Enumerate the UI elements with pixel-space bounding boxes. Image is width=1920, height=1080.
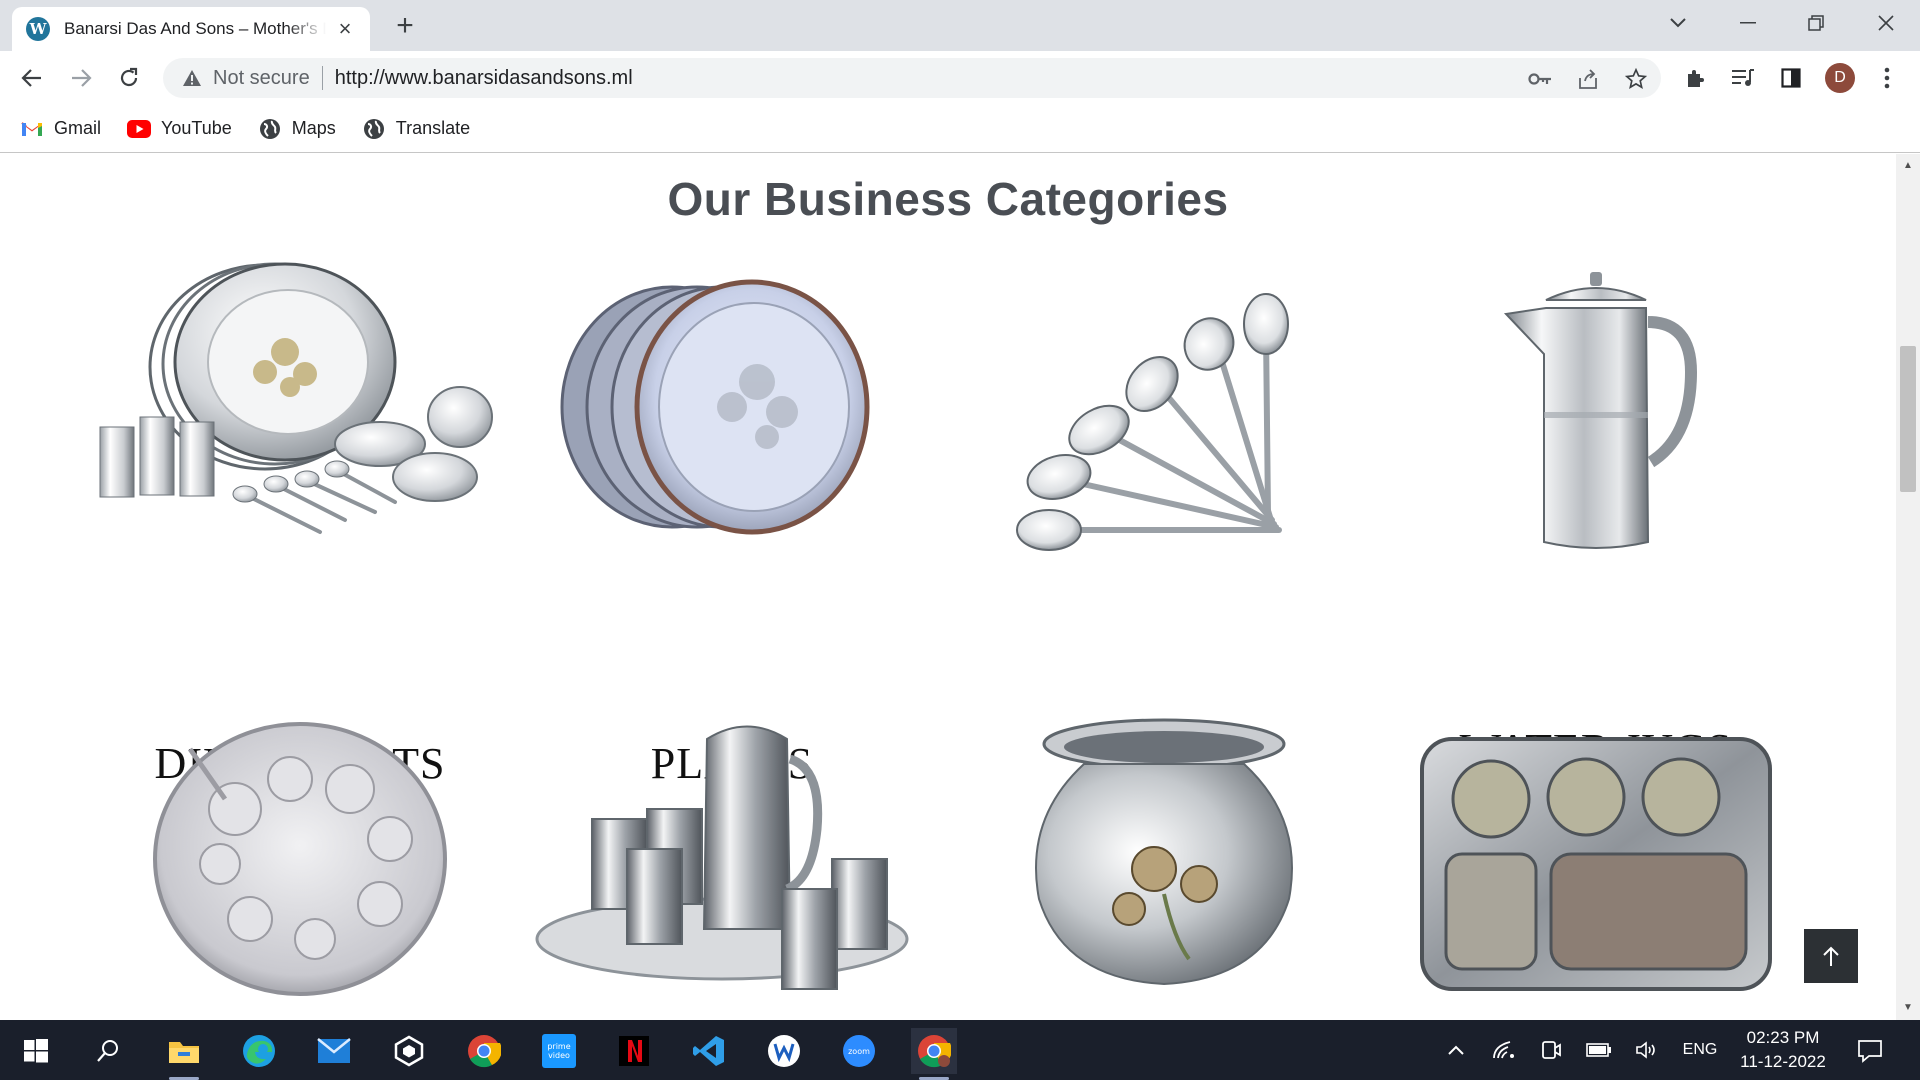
- lota-image[interactable]: [949, 704, 1379, 1004]
- wifi-icon[interactable]: [1491, 1038, 1517, 1062]
- scroll-down-arrow-icon[interactable]: ▼: [1902, 1002, 1914, 1014]
- profile-avatar[interactable]: D: [1825, 63, 1855, 93]
- browser-tab[interactable]: W Banarsi Das And Sons – Mother's Day ×: [12, 7, 370, 51]
- meet-now-icon[interactable]: [1538, 1038, 1564, 1062]
- search-icon[interactable]: [85, 1028, 131, 1074]
- gmail-icon: [20, 119, 44, 139]
- category-card-pooja-thali[interactable]: [85, 704, 515, 1020]
- vs-code-icon[interactable]: [686, 1028, 732, 1074]
- category-card-lota[interactable]: [949, 704, 1379, 1020]
- prime-video-icon[interactable]: prime video: [536, 1028, 582, 1074]
- section-title: Our Business Categories: [667, 173, 1229, 225]
- extensions-icon[interactable]: [1680, 63, 1710, 93]
- share-icon[interactable]: [1575, 66, 1601, 92]
- close-window-button[interactable]: [1866, 8, 1906, 38]
- scroll-up-arrow-icon[interactable]: ▲: [1902, 160, 1914, 172]
- page-viewport: Our Business Categories: [0, 154, 1896, 1020]
- chrome-profile-icon[interactable]: [911, 1028, 957, 1080]
- tab-title: Banarsi Das And Sons – Mother's Day: [64, 19, 326, 38]
- compartment-tray-image[interactable]: [1381, 704, 1811, 1004]
- mail-icon[interactable]: [311, 1028, 357, 1074]
- url-text[interactable]: http://www.banarsidasandsons.ml: [335, 67, 633, 90]
- windows-taskbar: prime video zoom ENG 02:23 PM 11-12-2022: [0, 1020, 1920, 1080]
- tab-search-icon[interactable]: [1658, 8, 1698, 38]
- chrome-icon[interactable]: [461, 1028, 507, 1074]
- minimize-button[interactable]: [1728, 8, 1768, 38]
- dinner-set-image[interactable]: [85, 262, 515, 562]
- arrow-up-icon: [1823, 946, 1839, 966]
- address-bar-actions: [1527, 66, 1649, 92]
- file-explorer-icon[interactable]: [161, 1028, 207, 1080]
- scroll-thumb[interactable]: [1900, 346, 1916, 492]
- chevron-up-icon[interactable]: [1444, 1038, 1468, 1062]
- security-label[interactable]: Not secure: [213, 67, 310, 90]
- svg-text:zoom: zoom: [848, 1047, 870, 1056]
- chrome-menu-icon[interactable]: [1872, 63, 1902, 93]
- bookmark-youtube[interactable]: YouTube: [127, 118, 232, 139]
- water-jug-image[interactable]: [1381, 262, 1811, 562]
- plates-image[interactable]: [517, 262, 947, 562]
- bookmark-star-icon[interactable]: [1623, 66, 1649, 92]
- category-card-compartment-tray[interactable]: [1381, 704, 1811, 1020]
- globe-icon: [362, 118, 386, 139]
- bookmark-label: Translate: [395, 118, 471, 138]
- bookmark-label: YouTube: [161, 118, 232, 138]
- zoom-icon[interactable]: zoom: [836, 1028, 882, 1074]
- restore-button[interactable]: [1796, 8, 1836, 38]
- warning-icon[interactable]: [181, 67, 203, 89]
- youtube-icon: [127, 119, 152, 139]
- tab-bar: W Banarsi Das And Sons – Mother's Day × …: [0, 0, 1920, 51]
- bookmark-label: Maps: [291, 118, 336, 138]
- address-divider: [321, 66, 323, 90]
- netflix-icon[interactable]: [611, 1028, 657, 1074]
- browser-toolbar: Not secure http://www.banarsidasandsons.…: [0, 51, 1920, 105]
- svg-text:video: video: [548, 1051, 570, 1060]
- reload-button[interactable]: [114, 63, 144, 93]
- spoons-image[interactable]: [949, 262, 1379, 562]
- page-scrollbar[interactable]: ▲ ▼: [1896, 154, 1920, 1020]
- wordpress-icon: W: [26, 17, 50, 41]
- media-control-icon[interactable]: [1728, 63, 1758, 93]
- pooja-thali-image[interactable]: [85, 704, 515, 1004]
- side-panel-icon[interactable]: [1776, 63, 1806, 93]
- bookmarks-bar: Gmail YouTube Maps Translate: [0, 105, 1920, 153]
- bookmark-label: Gmail: [54, 118, 102, 138]
- svg-text:prime: prime: [547, 1042, 570, 1051]
- back-button[interactable]: [17, 63, 47, 93]
- clock-time: 02:23 PM: [1746, 1028, 1820, 1047]
- windows-start-icon[interactable]: [13, 1028, 59, 1074]
- edge-browser-icon[interactable]: [236, 1028, 282, 1074]
- forward-button[interactable]: [66, 63, 96, 93]
- volume-icon[interactable]: [1634, 1038, 1660, 1062]
- category-card-jug-glass-set[interactable]: [517, 704, 947, 1020]
- notification-icon[interactable]: [1856, 1038, 1884, 1064]
- clock-date: 11-12-2022: [1740, 1052, 1826, 1071]
- unity-hub-icon[interactable]: [386, 1028, 432, 1074]
- new-tab-button[interactable]: +: [390, 11, 420, 42]
- key-icon[interactable]: [1527, 66, 1553, 92]
- bookmark-maps[interactable]: Maps: [258, 118, 336, 139]
- globe-icon: [258, 118, 282, 139]
- bookmark-gmail[interactable]: Gmail: [20, 118, 101, 139]
- bookmark-translate[interactable]: Translate: [362, 118, 470, 139]
- battery-icon[interactable]: [1585, 1038, 1613, 1062]
- language-indicator[interactable]: ENG: [1676, 1038, 1724, 1062]
- back-to-top-button[interactable]: [1804, 929, 1858, 983]
- jug-glass-set-image[interactable]: [517, 704, 947, 1004]
- system-clock[interactable]: 02:23 PM 11-12-2022: [1728, 1026, 1838, 1074]
- close-tab-icon[interactable]: ×: [334, 18, 356, 40]
- address-bar[interactable]: Not secure http://www.banarsidasandsons.…: [163, 58, 1661, 98]
- whiteboard-icon[interactable]: [761, 1028, 807, 1074]
